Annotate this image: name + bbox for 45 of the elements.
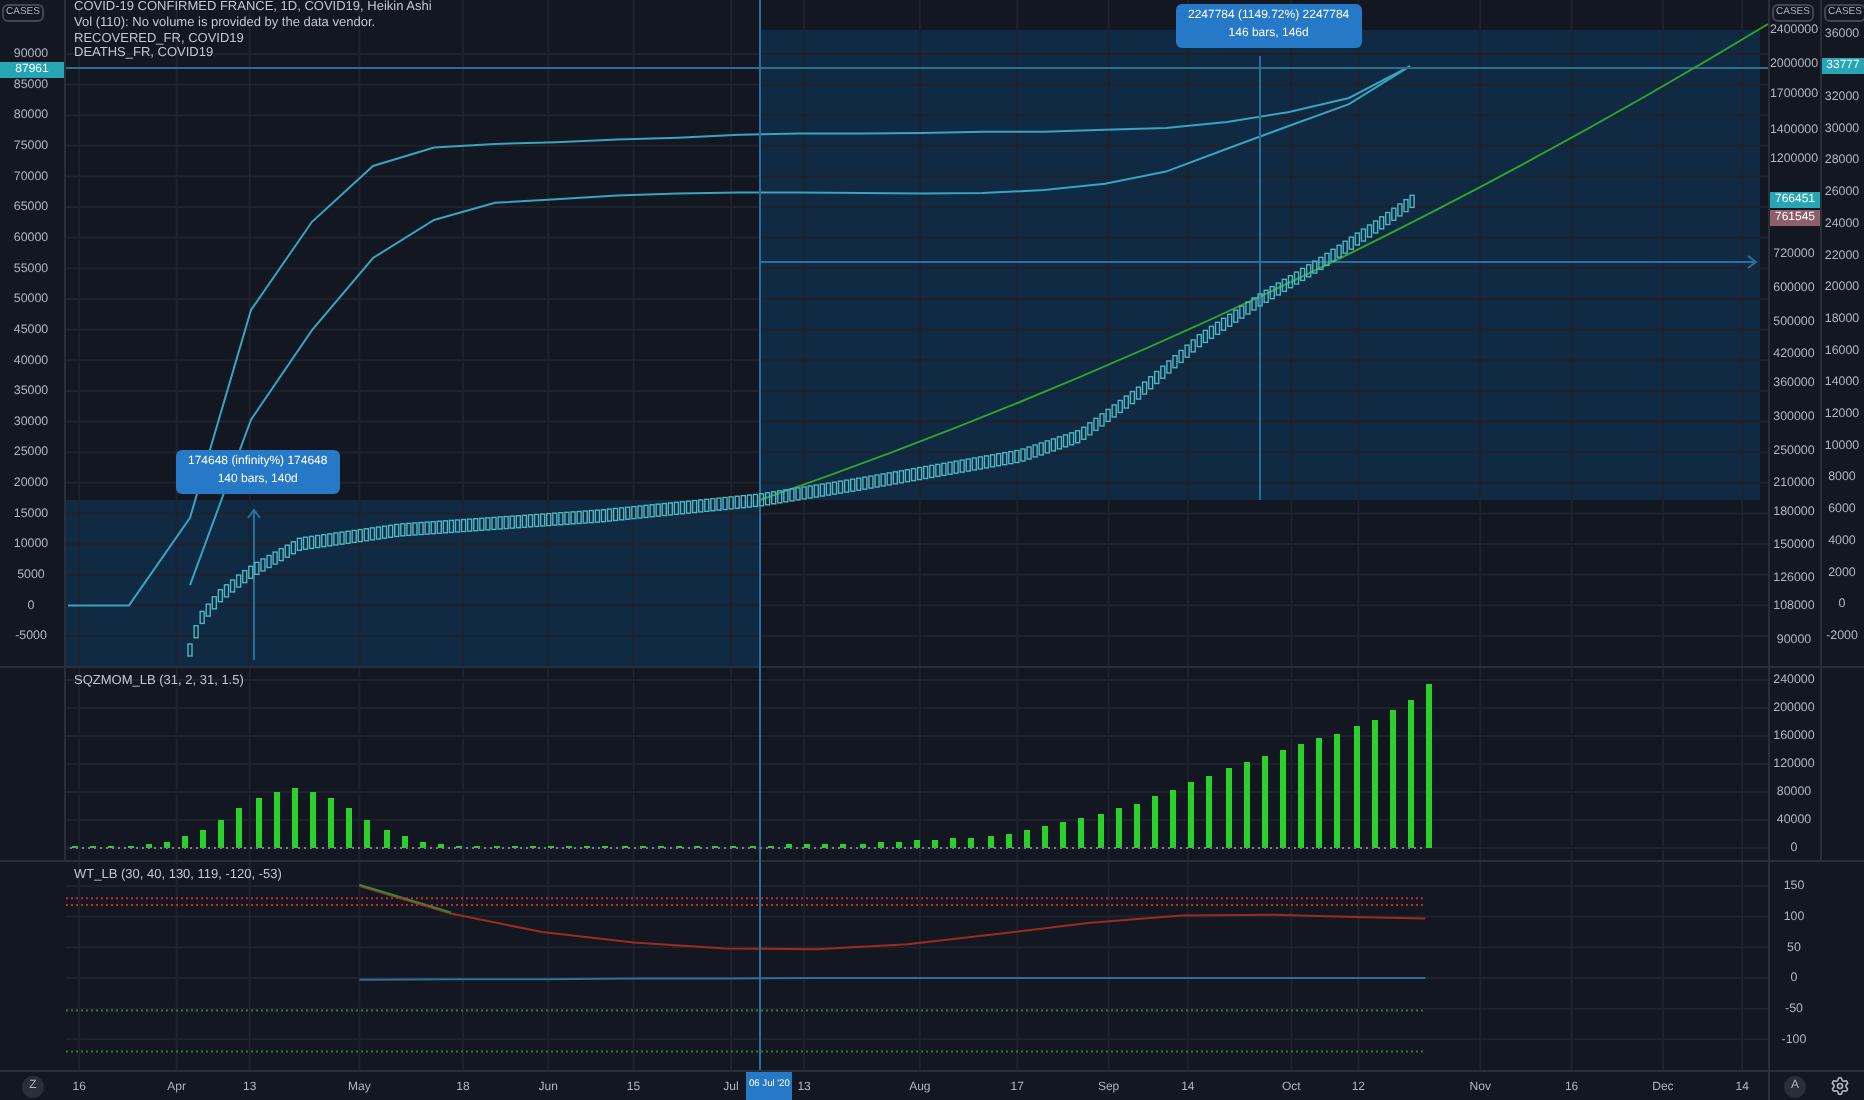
histogram-bar [1262, 756, 1268, 848]
histogram-bar [1372, 720, 1378, 848]
histogram-bar [402, 836, 408, 848]
histogram-bar [292, 788, 298, 848]
histogram-bar [932, 840, 938, 848]
histogram-bar [420, 842, 426, 848]
histogram-bar [896, 842, 902, 848]
histogram-bar [1206, 776, 1212, 848]
histogram-bar [1316, 738, 1322, 848]
histogram-bar [384, 830, 390, 848]
histogram-bar [1170, 790, 1176, 848]
histogram-bar [878, 842, 884, 848]
histogram-bar [218, 820, 224, 848]
histogram-bar [182, 836, 188, 848]
histogram-bar [256, 798, 262, 848]
histogram-bar [236, 808, 242, 848]
histogram-bar [1280, 750, 1286, 848]
histogram-bar [1098, 814, 1104, 848]
histogram-bar [310, 792, 316, 848]
histogram-bar [1152, 796, 1158, 848]
histogram-bar [1060, 822, 1066, 848]
settings-icon[interactable] [1830, 1076, 1850, 1096]
histogram-bar [364, 820, 370, 848]
histogram-bar [1354, 726, 1360, 848]
histogram-bar [1244, 762, 1250, 848]
histogram-bar [950, 838, 956, 848]
histogram-bar [1188, 782, 1194, 848]
histogram-bar [1042, 826, 1048, 848]
histogram-bar [200, 830, 206, 848]
histogram-bar [914, 840, 920, 848]
histogram-bar [1024, 830, 1030, 848]
histogram-bar [274, 792, 280, 848]
histogram-bar [1078, 818, 1084, 848]
histogram-bar [988, 836, 994, 848]
histogram-bar [1134, 804, 1140, 848]
histogram-bar [1006, 834, 1012, 848]
histogram-bar [346, 808, 352, 848]
histogram-bar [328, 798, 334, 848]
histogram-bar [1298, 744, 1304, 848]
histogram-bar [1334, 734, 1340, 848]
histogram-bar [164, 842, 170, 848]
histogram-bar [968, 838, 974, 848]
histogram-bar [1390, 710, 1396, 848]
histogram-bar [1116, 808, 1122, 848]
histogram-bar [1226, 768, 1232, 848]
